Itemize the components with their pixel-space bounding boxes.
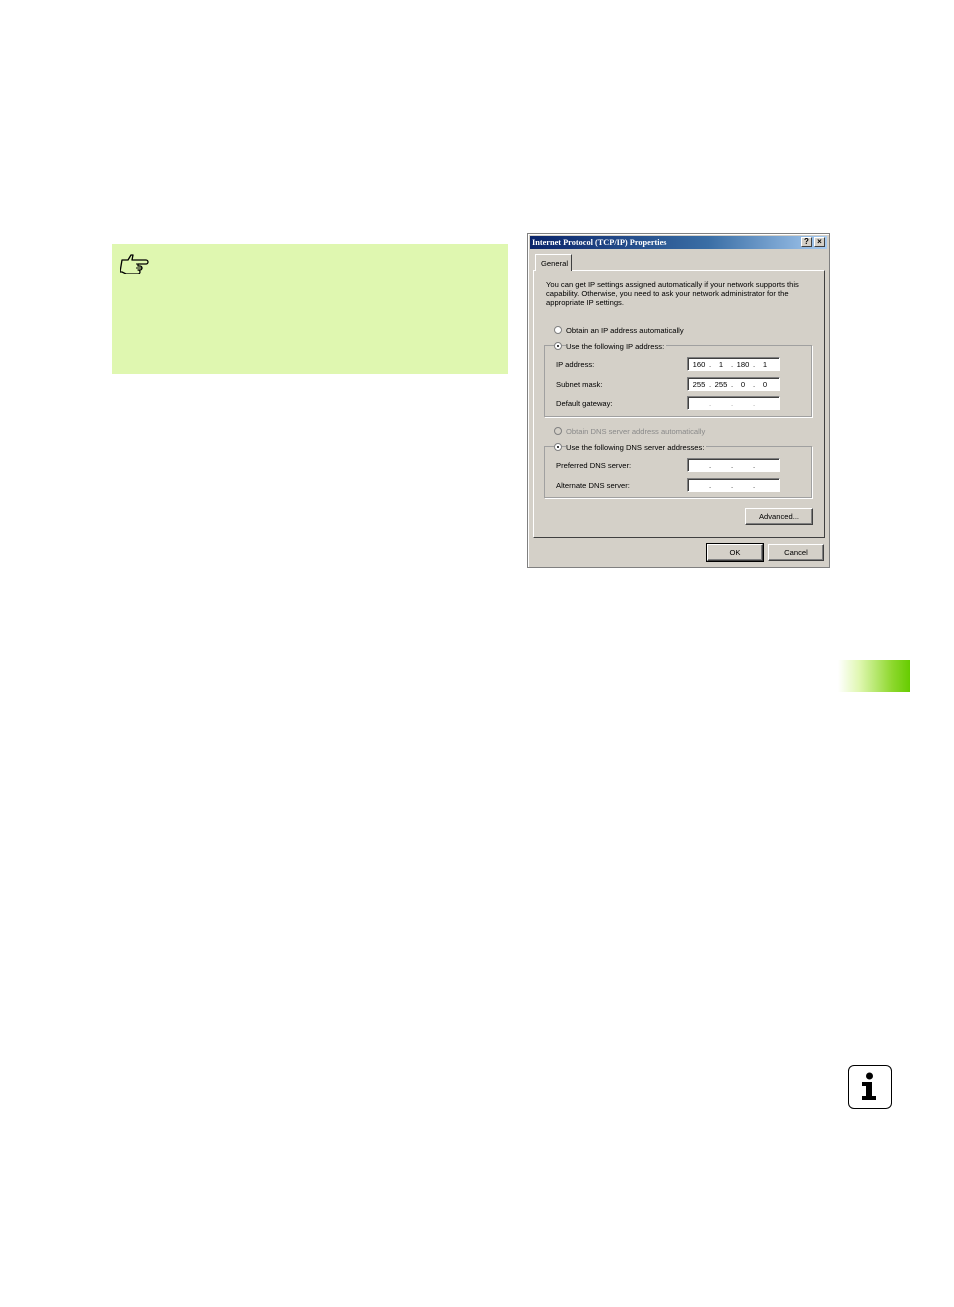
use-following-ip-label[interactable]: Use the following IP address:: [566, 342, 667, 351]
use-following-dns-label[interactable]: Use the following DNS server addresses:: [566, 443, 707, 452]
ip-octet-4: 1: [762, 360, 768, 369]
ip-octet-1: 160: [692, 360, 706, 369]
ip-dot: .: [730, 399, 734, 408]
subnet-octet-4: 0: [762, 380, 768, 389]
ip-address-field[interactable]: 160 . 1 . 180 . 1: [687, 357, 780, 371]
tab-general[interactable]: General: [535, 254, 572, 271]
info-glyph-icon: [862, 1072, 876, 1100]
ip-dot: .: [708, 461, 712, 470]
radio-obtain-ip-auto[interactable]: [554, 326, 562, 334]
info-icon: [848, 1065, 892, 1109]
radio-use-following-ip[interactable]: [554, 342, 562, 350]
tab-general-label: General: [541, 259, 569, 268]
tcpip-properties-dialog: Internet Protocol (TCP/IP) Properties ? …: [527, 233, 830, 568]
note-box: [112, 244, 508, 374]
ip-dot: .: [708, 399, 712, 408]
default-gateway-label: Default gateway:: [556, 399, 613, 408]
alternate-dns-field[interactable]: . . .: [687, 478, 780, 492]
ip-dot: .: [752, 461, 756, 470]
obtain-ip-auto-label[interactable]: Obtain an IP address automatically: [566, 326, 684, 335]
tab-panel-general: You can get IP settings assigned automat…: [533, 270, 825, 538]
title-bar[interactable]: Internet Protocol (TCP/IP) Properties ? …: [530, 236, 827, 249]
ip-dot: .: [752, 399, 756, 408]
subnet-octet-2: 255: [714, 380, 728, 389]
radio-use-following-dns[interactable]: [554, 443, 562, 451]
subnet-octet-3: 0: [740, 380, 746, 389]
chapter-tab-marker: [838, 660, 910, 692]
ip-dot: .: [752, 481, 756, 490]
default-gateway-field[interactable]: . . .: [687, 396, 780, 410]
obtain-dns-auto-label[interactable]: Obtain DNS server address automatically: [566, 427, 705, 436]
pointing-hand-icon: [120, 254, 149, 274]
ok-button[interactable]: OK: [706, 543, 764, 562]
dialog-title: Internet Protocol (TCP/IP) Properties: [532, 238, 667, 247]
preferred-dns-label: Preferred DNS server:: [556, 461, 632, 470]
subnet-octet-1: 255: [692, 380, 706, 389]
intro-text: You can get IP settings assigned automat…: [546, 280, 799, 307]
ip-octet-3: 180: [736, 360, 750, 369]
subnet-mask-label: Subnet mask:: [556, 380, 603, 389]
advanced-button[interactable]: Advanced...: [745, 508, 813, 525]
ip-dot: .: [708, 481, 712, 490]
ip-dot: .: [730, 481, 734, 490]
alternate-dns-label: Alternate DNS server:: [556, 481, 630, 490]
subnet-mask-field[interactable]: 255 . 255 . 0 . 0: [687, 377, 780, 391]
ip-dot: .: [730, 461, 734, 470]
preferred-dns-field[interactable]: . . .: [687, 458, 780, 472]
cancel-button[interactable]: Cancel: [768, 544, 824, 561]
ip-address-label: IP address:: [556, 360, 595, 369]
ip-octet-2: 1: [718, 360, 724, 369]
radio-obtain-dns-auto[interactable]: [554, 427, 562, 435]
close-button[interactable]: ×: [814, 237, 825, 247]
help-button[interactable]: ?: [801, 237, 812, 247]
